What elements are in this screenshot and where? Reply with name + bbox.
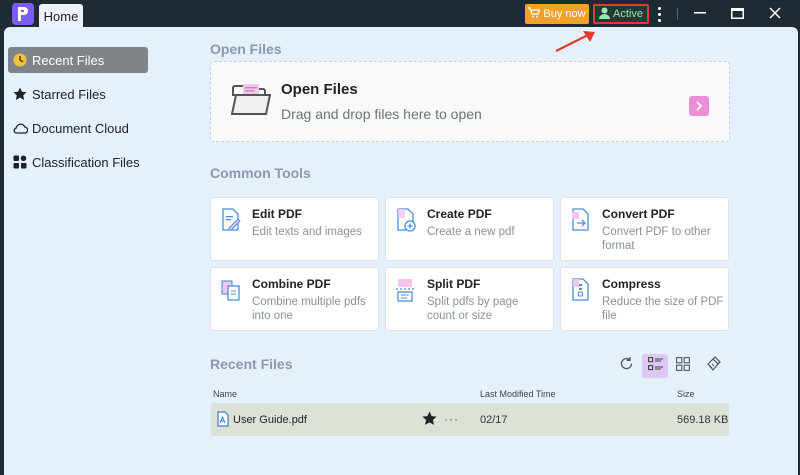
close-button[interactable]	[760, 2, 790, 24]
file-name: User Guide.pdf	[233, 414, 307, 426]
tool-title: Create PDF	[427, 207, 492, 221]
combine-pdf-icon	[220, 278, 242, 302]
annotation-arrow-icon	[552, 28, 602, 59]
sidebar-item-starred-files[interactable]: Starred Files	[8, 81, 148, 107]
refresh-button[interactable]	[613, 354, 639, 378]
open-files-heading: Open Files	[210, 41, 282, 57]
grid-icon	[12, 154, 28, 170]
tool-title: Edit PDF	[252, 207, 302, 221]
sidebar-item-label: Classification Files	[32, 154, 140, 170]
sidebar-item-document-cloud[interactable]: Document Cloud	[8, 115, 148, 141]
tool-edit-pdf[interactable]: Edit PDF Edit texts and images	[210, 197, 379, 261]
file-modified-date: 02/17	[480, 414, 508, 426]
grid-view-button[interactable]	[670, 354, 696, 378]
tool-description: Reduce the size of PDF file	[602, 296, 724, 322]
table-row[interactable]: User Guide.pdf ··· 02/17 569.18 KB	[211, 403, 729, 436]
more-options-icon[interactable]: ···	[444, 412, 459, 426]
cart-icon	[528, 7, 541, 21]
buy-now-button[interactable]: Buy now	[525, 4, 589, 24]
sidebar: Recent Files Starred Files Document Clou…	[4, 27, 154, 475]
clear-history-button[interactable]	[700, 354, 726, 378]
convert-pdf-icon	[570, 208, 592, 232]
active-label: Active	[613, 8, 643, 20]
star-icon	[12, 86, 28, 102]
file-size: 569.18 KB	[677, 414, 729, 426]
drop-zone[interactable]: Open Files Drag and drop files here to o…	[210, 61, 730, 142]
column-header-name[interactable]: Name	[213, 389, 237, 399]
edit-pdf-icon	[220, 208, 242, 232]
common-tools-heading: Common Tools	[210, 165, 311, 181]
sidebar-item-label: Recent Files	[32, 52, 105, 68]
title-bar: Home Buy now Active	[0, 0, 800, 28]
pdf-file-icon	[217, 411, 229, 432]
tool-combine-pdf[interactable]: Combine PDF Combine multiple pdfs into o…	[210, 267, 379, 331]
title-separator	[677, 8, 678, 20]
split-pdf-icon	[395, 278, 417, 302]
maximize-button[interactable]	[722, 2, 752, 24]
user-icon	[599, 7, 611, 22]
tool-description: Convert PDF to other format	[602, 226, 711, 252]
list-view-icon	[647, 356, 663, 376]
brush-icon	[706, 356, 721, 376]
tool-description: Create a new pdf	[427, 226, 515, 238]
tool-compress[interactable]: Compress Reduce the size of PDF file	[560, 267, 729, 331]
buy-now-label: Buy now	[543, 8, 586, 20]
tool-create-pdf[interactable]: Create PDF Create a new pdf	[385, 197, 554, 261]
more-menu-icon[interactable]	[652, 4, 666, 24]
minimize-button[interactable]	[685, 2, 715, 24]
tool-description: Edit texts and images	[252, 226, 362, 238]
chevron-right-icon[interactable]	[689, 96, 709, 116]
cloud-icon	[12, 120, 28, 136]
recent-files-heading: Recent Files	[210, 356, 293, 372]
tool-description: Combine multiple pdfs into one	[252, 296, 366, 322]
column-header-modified[interactable]: Last Modified Time	[480, 389, 556, 399]
column-header-size[interactable]: Size	[677, 389, 695, 399]
tool-convert-pdf[interactable]: Convert PDF Convert PDF to other format	[560, 197, 729, 261]
grid-view-icon	[676, 356, 690, 376]
open-files-title: Open Files	[281, 81, 358, 98]
tool-split-pdf[interactable]: Split PDF Split pdfs by page count or si…	[385, 267, 554, 331]
sidebar-item-recent-files[interactable]: Recent Files	[8, 47, 148, 73]
tool-title: Split PDF	[427, 277, 481, 291]
open-files-subtitle: Drag and drop files here to open	[281, 106, 482, 122]
star-icon[interactable]	[422, 411, 437, 431]
folder-icon	[230, 82, 272, 121]
list-view-button[interactable]	[642, 354, 668, 378]
app-logo-icon	[12, 3, 34, 25]
create-pdf-icon	[395, 208, 417, 232]
clock-icon	[12, 52, 28, 68]
tool-title: Combine PDF	[252, 277, 331, 291]
refresh-icon	[619, 356, 634, 376]
active-account-button[interactable]: Active	[593, 4, 649, 24]
tool-title: Compress	[602, 277, 661, 291]
tool-description: Split pdfs by page count or size	[427, 296, 519, 322]
tool-title: Convert PDF	[602, 207, 675, 221]
sidebar-item-label: Starred Files	[32, 86, 106, 102]
tab-home[interactable]: Home	[39, 4, 83, 28]
sidebar-item-classification-files[interactable]: Classification Files	[8, 149, 148, 175]
compress-icon	[570, 278, 592, 302]
sidebar-item-label: Document Cloud	[32, 120, 129, 136]
